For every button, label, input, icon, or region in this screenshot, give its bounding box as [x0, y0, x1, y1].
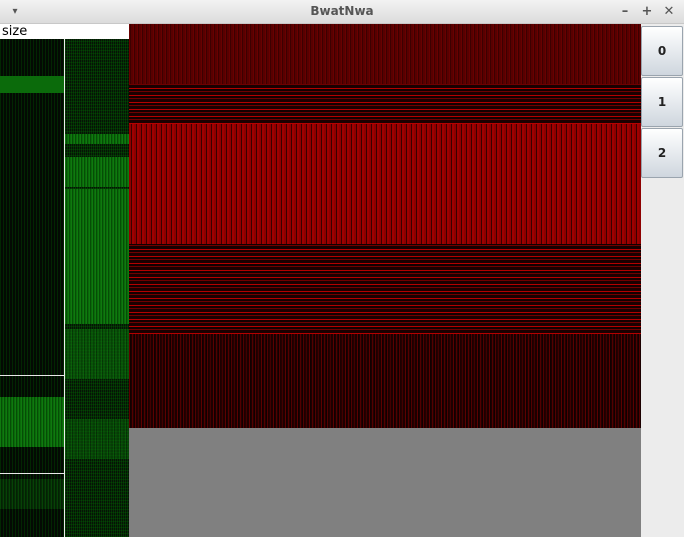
- cluster-band: [65, 419, 129, 459]
- window-title: BwatNwa: [310, 4, 374, 18]
- cluster-band: [65, 157, 129, 187]
- empty-canvas-area: [129, 428, 641, 537]
- title-bar[interactable]: ▾ BwatNwa – + ✕: [0, 0, 684, 24]
- cluster-band: [0, 397, 64, 447]
- minimize-button[interactable]: –: [617, 3, 633, 21]
- content-area: size 0 1 2: [0, 24, 684, 537]
- close-button[interactable]: ✕: [661, 3, 677, 21]
- tab-2[interactable]: 2: [641, 128, 683, 178]
- tab-0[interactable]: 0: [641, 26, 683, 76]
- maximize-button[interactable]: +: [639, 3, 655, 21]
- heatmap-band: [129, 84, 641, 124]
- heatmap-band: [129, 334, 641, 428]
- heatmap-band: [129, 244, 641, 334]
- tab-1[interactable]: 1: [641, 77, 683, 127]
- tab-strip: 0 1 2: [641, 24, 684, 537]
- heatmap-band: [129, 124, 641, 244]
- heatmap-band: [129, 24, 641, 84]
- cluster-band: [0, 479, 64, 509]
- right-dendrogram[interactable]: [65, 39, 129, 537]
- cluster-band: [65, 189, 129, 324]
- cluster-band: [0, 76, 64, 93]
- size-label: size: [0, 24, 129, 39]
- left-dendrogram[interactable]: [0, 39, 64, 537]
- cluster-divider: [0, 473, 64, 474]
- cluster-divider: [0, 375, 64, 376]
- expression-heatmap[interactable]: [129, 24, 641, 428]
- cluster-band: [65, 134, 129, 144]
- cluster-band: [65, 329, 129, 379]
